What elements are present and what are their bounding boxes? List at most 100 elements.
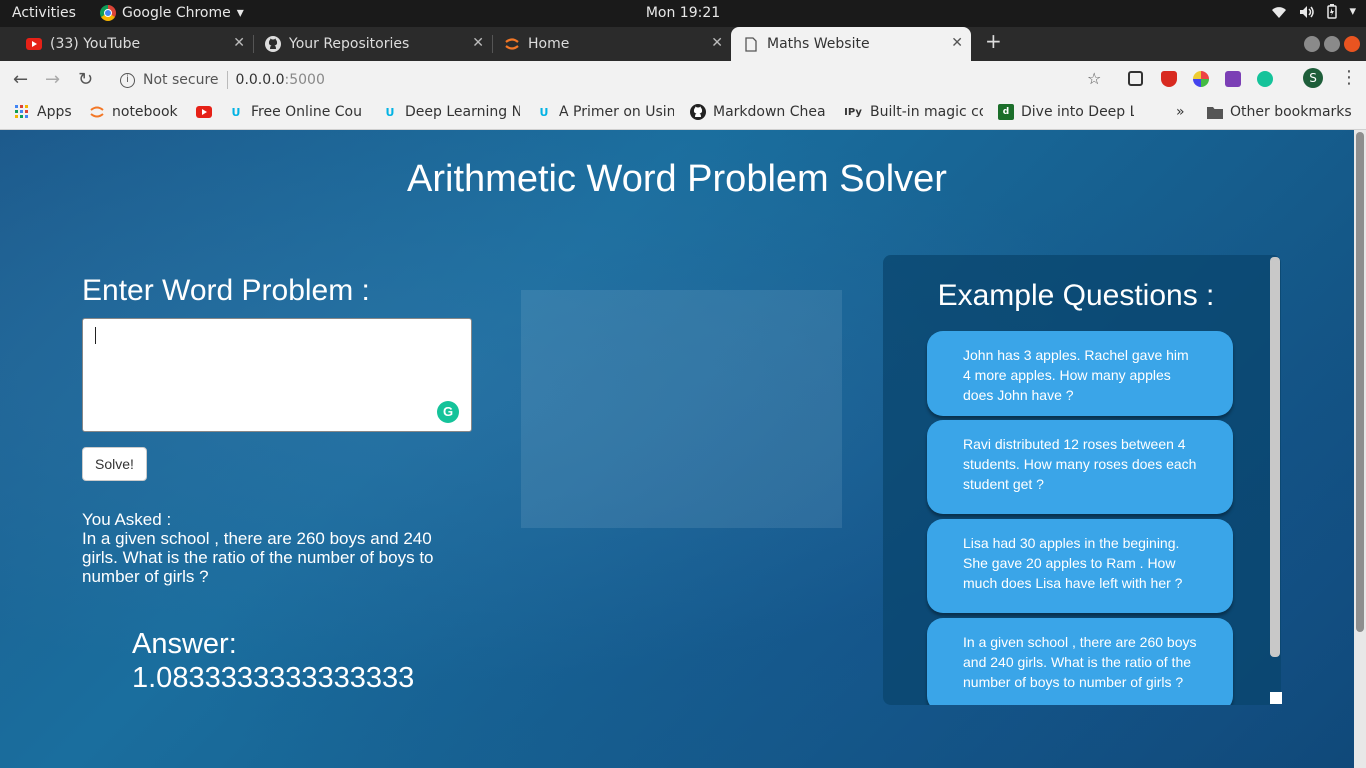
minimize-button[interactable]: [1304, 36, 1320, 52]
profile-avatar[interactable]: S: [1303, 68, 1323, 88]
overflow-label: »: [1176, 104, 1185, 120]
bookmark-primer[interactable]: U A Primer on Usin: [536, 104, 674, 120]
folder-icon: [1207, 104, 1223, 120]
bookmark-notebook[interactable]: notebook: [89, 104, 178, 120]
solve-button[interactable]: Solve!: [82, 447, 147, 481]
bookmark-star-icon[interactable]: ☆: [1087, 69, 1101, 88]
page-icon: [743, 36, 759, 52]
answer-value: 1.0833333333333333: [132, 662, 415, 694]
jupyter-icon: [504, 36, 520, 52]
close-icon[interactable]: ✕: [233, 35, 245, 51]
page-scrollbar[interactable]: [1354, 130, 1366, 768]
app-name: Google Chrome: [122, 5, 231, 21]
window-close-button[interactable]: [1344, 36, 1360, 52]
volume-icon: [1300, 5, 1315, 18]
tab-home[interactable]: Home ✕: [492, 27, 731, 61]
k-extension-icon[interactable]: [1225, 71, 1241, 87]
shield-extension-icon[interactable]: [1161, 71, 1177, 87]
close-icon[interactable]: ✕: [472, 35, 484, 51]
example-question-card[interactable]: Ravi distributed 12 roses between 4 stud…: [927, 420, 1233, 514]
bookmark-markdown[interactable]: Markdown Chea: [690, 104, 828, 120]
url-host: 0.0.0.0: [235, 72, 285, 88]
bookmark-label: Dive into Deep L: [1021, 104, 1134, 120]
cube-extension-icon[interactable]: [1128, 71, 1143, 86]
bookmark-label: Apps: [37, 104, 72, 120]
tray-chevron-icon: ▾: [1349, 4, 1356, 19]
examples-scrollbar[interactable]: [1270, 257, 1280, 657]
bookmark-magic[interactable]: IPy Built-in magic co: [843, 104, 983, 120]
maximize-button[interactable]: [1324, 36, 1340, 52]
answer-label: Answer:: [132, 628, 237, 660]
resize-corner[interactable]: [1270, 692, 1282, 704]
close-icon[interactable]: ✕: [711, 35, 723, 51]
activities-button[interactable]: Activities: [12, 5, 76, 21]
enter-problem-label: Enter Word Problem :: [82, 274, 370, 307]
wifi-icon: [1272, 6, 1287, 18]
udacity-icon: U: [385, 105, 395, 119]
udacity-icon: U: [231, 105, 241, 119]
example-questions-panel: Example Questions : John has 3 apples. R…: [883, 255, 1281, 705]
tab-label: Maths Website: [767, 36, 870, 52]
example-question-card[interactable]: Lisa had 30 apples in the begining. She …: [927, 519, 1233, 613]
info-icon[interactable]: i: [120, 72, 135, 88]
bookmark-dive-deep[interactable]: d Dive into Deep L: [998, 104, 1134, 120]
window-controls: [1304, 36, 1360, 52]
tab-label: (33) YouTube: [50, 36, 141, 52]
asked-question: In a given school , there are 260 boys a…: [82, 529, 434, 586]
forward-arrow-icon[interactable]: →: [45, 69, 60, 90]
examples-title: Example Questions :: [937, 279, 1215, 312]
example-question-card[interactable]: In a given school , there are 260 boys a…: [927, 618, 1233, 705]
tab-maths-website[interactable]: Maths Website ✕: [731, 27, 971, 61]
tab-youtube[interactable]: (33) YouTube ✕: [0, 27, 254, 61]
battery-icon: [1327, 4, 1338, 19]
tab-repositories[interactable]: Your Repositories ✕: [253, 27, 493, 61]
system-top-bar: Activities Google Chrome ▾ Mon 19:21 ▾: [0, 0, 1366, 27]
app-menu[interactable]: Google Chrome ▾: [100, 5, 244, 21]
bookmark-deep-learning[interactable]: U Deep Learning N: [382, 104, 520, 120]
jupyter-icon: [89, 104, 105, 120]
address-bar[interactable]: i Not secure 0.0.0.0:5000: [108, 65, 1118, 95]
bookmark-label: A Primer on Usin: [559, 104, 674, 120]
bookmarks-bar: Apps notebook U Free Online Cou U Deep L…: [0, 97, 1366, 130]
tab-strip: (33) YouTube ✕ Your Repositories ✕ Home …: [0, 27, 1366, 61]
bookmark-label: Free Online Cou: [251, 104, 362, 120]
grammarly-extension-icon[interactable]: [1257, 71, 1273, 87]
udacity-icon: U: [539, 105, 549, 119]
reload-icon[interactable]: ↻: [78, 69, 93, 90]
page-scrollbar-thumb[interactable]: [1356, 132, 1364, 632]
ipython-icon: IPy: [844, 106, 862, 118]
bookmark-free-online-courses[interactable]: U Free Online Cou: [228, 104, 368, 120]
other-bookmarks[interactable]: Other bookmarks: [1207, 104, 1352, 120]
bookmarks-overflow-button[interactable]: »: [1176, 104, 1185, 120]
menu-kebab-icon[interactable]: ⋮: [1340, 67, 1358, 88]
example-question-card[interactable]: John has 3 apples. Rachel gave him 4 mor…: [927, 331, 1233, 416]
d2l-icon: d: [998, 104, 1014, 120]
asked-label: You Asked :: [82, 510, 172, 529]
text-caret: [95, 327, 96, 344]
color-extension-icon[interactable]: [1193, 71, 1209, 87]
translucent-overlay: [521, 290, 842, 528]
url-port: :5000: [284, 72, 325, 88]
browser-toolbar: ← → ↻ i Not secure 0.0.0.0:5000 ☆ S ⋮: [0, 61, 1366, 97]
youtube-icon: [196, 104, 212, 120]
youtube-icon: [26, 36, 42, 52]
bookmark-label: Deep Learning N: [405, 104, 520, 120]
grammarly-icon[interactable]: G: [437, 401, 459, 423]
bookmark-apps[interactable]: Apps: [14, 104, 72, 120]
clock[interactable]: Mon 19:21: [646, 5, 720, 21]
close-icon[interactable]: ✕: [951, 35, 963, 51]
back-arrow-icon[interactable]: ←: [13, 69, 28, 90]
page-title: Arithmetic Word Problem Solver: [407, 158, 947, 200]
system-tray[interactable]: ▾: [1271, 4, 1356, 19]
chevron-down-icon: ▾: [236, 5, 244, 21]
github-icon: [690, 104, 706, 120]
new-tab-button[interactable]: +: [985, 29, 1002, 53]
bookmark-label: notebook: [112, 104, 178, 120]
bookmark-youtube[interactable]: [196, 104, 219, 120]
page-content: Arithmetic Word Problem Solver Enter Wor…: [0, 130, 1354, 768]
bookmark-label: Other bookmarks: [1230, 104, 1352, 120]
github-icon: [265, 36, 281, 52]
word-problem-input[interactable]: [82, 318, 472, 432]
security-status: Not secure: [143, 72, 219, 88]
tab-label: Your Repositories: [289, 36, 410, 52]
